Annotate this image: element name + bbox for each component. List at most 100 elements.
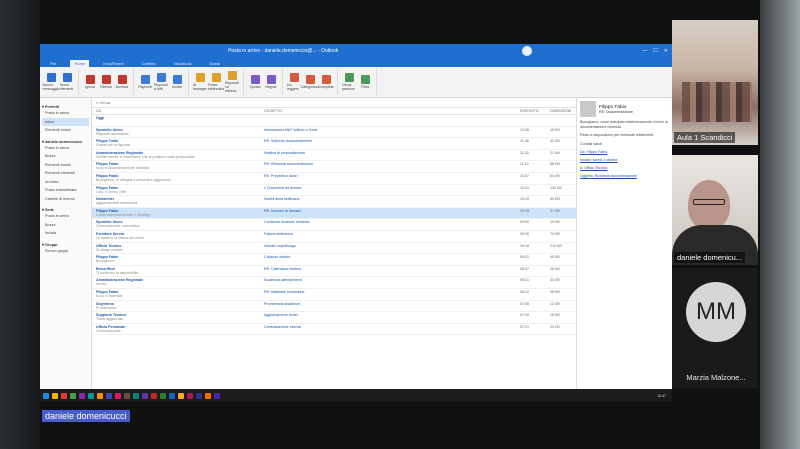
participant-tile-marzia[interactable]: MM Marzia Malzone... (672, 268, 758, 388)
taskbar-app-icon[interactable] (115, 392, 121, 399)
tab-send-receive[interactable]: Invia/Ricevi (99, 60, 127, 67)
reading-link[interactable]: Oggetto: Richiesta documentazione (580, 174, 637, 178)
folder-item[interactable]: Inbox (42, 117, 89, 126)
column-size[interactable]: DIMENSIONI (550, 109, 572, 113)
taskbar-app-icon[interactable] (196, 392, 202, 399)
minimize-icon[interactable]: — (642, 48, 647, 54)
taskbar-app-icon[interactable] (88, 392, 94, 399)
folder-item[interactable]: Archivio (42, 178, 89, 187)
search-input[interactable]: ⌕ Cerca (92, 98, 576, 108)
taskbar-app-icon[interactable] (70, 392, 76, 399)
table-row[interactable]: Oggi (92, 115, 576, 127)
table-row[interactable]: Amministrazione Regionale Gentile utente,… (92, 150, 576, 162)
ribbon-button[interactable]: Da leggere (287, 73, 301, 91)
tab-file[interactable]: File (46, 60, 60, 67)
participant-tile-aula[interactable]: Aula 1 Scandicci (672, 20, 758, 145)
folder-item[interactable]: Inviata (42, 229, 89, 238)
ribbon-button[interactable]: Filtra (358, 75, 372, 89)
table-row[interactable]: Fornitore Servizi Le inviamo la fattura d… (92, 231, 576, 243)
outlook-titlebar: Posta in arrivo - daniele.domeniccio@...… (40, 44, 672, 58)
ribbon-button[interactable]: Posta elettronica (208, 73, 224, 91)
ribbon-button[interactable]: Categorizza (301, 75, 319, 89)
profile-icon[interactable] (522, 46, 533, 56)
taskbar-app-icon[interactable] (142, 392, 148, 399)
ribbon-button[interactable]: Inoltra (170, 75, 184, 89)
folder-item[interactable]: Posta in arrivo (42, 144, 89, 153)
taskbar-app-icon[interactable] (124, 392, 130, 399)
sender-label: Filippo Fabio (96, 185, 119, 190)
folder-item[interactable]: Posta indesiderata (42, 186, 89, 195)
column-from[interactable]: DA (96, 109, 264, 113)
reading-link[interactable]: A: Ufficio Tecnico (580, 166, 607, 170)
folder-item[interactable]: Elementi inviati (42, 126, 89, 135)
table-row[interactable]: Segreteria Promemoria Promemoria scadenze 0… (92, 301, 576, 313)
folder-item[interactable]: Cartelle di ricerca (42, 195, 89, 204)
ribbon-button[interactable]: Sposta (248, 75, 262, 89)
folder-item[interactable]: Bozze (42, 152, 89, 161)
ribbon-button[interactable]: Rispondi a tutti (154, 73, 168, 91)
table-row[interactable]: Filippo Fabio Come d'accordo ti invio il … (92, 207, 576, 220)
tab-help[interactable]: Guida (205, 60, 224, 67)
taskbar-app-icon[interactable] (169, 392, 175, 399)
folder-group[interactable]: ▾ daniele.domenicucci (42, 139, 89, 144)
participant-tile-daniele[interactable]: daniele domenicu... (672, 155, 758, 265)
tab-home[interactable]: Home (70, 60, 90, 67)
folder-item[interactable]: Posta in arrivo (42, 212, 89, 221)
table-row[interactable]: Filippo Fabio Buongiorno, in allegato il … (92, 173, 576, 185)
taskbar-app-icon[interactable] (160, 392, 166, 399)
tab-view[interactable]: Visualizza (169, 60, 195, 67)
table-row[interactable]: Ufficio Personale Comunicazione Comunicazi… (92, 324, 576, 336)
ribbon-button-icon (140, 75, 150, 84)
ribbon-button[interactable]: Rispondi (138, 75, 152, 89)
ribbon-button[interactable]: Regole (264, 75, 278, 89)
reading-link[interactable]: Inviato: lunedì 4 ottobre (580, 158, 618, 162)
table-row[interactable]: Elena Ricci Ti confermo la disponibilità R… (92, 266, 576, 278)
ribbon-button[interactable]: Nuovi elementi (60, 73, 74, 91)
taskbar-app-icon[interactable] (178, 392, 184, 399)
ribbon-button-label: Archivia (115, 85, 129, 89)
table-row[interactable]: Sportello Unico Risposta automatica Inform… (92, 127, 576, 139)
close-icon[interactable]: ✕ (664, 48, 668, 54)
table-row[interactable]: Amministrazione Regionale Avviso Scadenza … (92, 277, 576, 289)
ribbon-button[interactable]: Ignora (83, 75, 97, 89)
taskbar-app-icon[interactable] (61, 392, 67, 399)
column-received[interactable]: RICEVUTO (520, 109, 550, 113)
table-row[interactable]: Newsletter Aggiornamenti settimanali Novit… (92, 196, 576, 208)
ribbon-button[interactable]: Rispondi ed elimina (225, 71, 239, 93)
taskbar-app-icon[interactable] (151, 392, 157, 399)
ribbon-button[interactable]: Completa (319, 75, 334, 89)
taskbar-app-icon[interactable] (79, 392, 85, 399)
table-row[interactable]: Filippo Fabio Invio la documentazione ric… (92, 161, 576, 173)
message-date: 11:12 (520, 162, 529, 167)
taskbar-app-icon[interactable] (52, 392, 58, 399)
ribbon-button[interactable]: Al manager (193, 73, 207, 91)
reading-link[interactable]: Da: Filippo Fabio (580, 150, 607, 154)
taskbar-app-icon[interactable] (205, 392, 211, 399)
ribbon-button[interactable]: Cerca persone (342, 73, 356, 91)
folder-item[interactable]: Elenco gruppi (42, 247, 89, 256)
table-row[interactable]: Filippo Fabio Buongiorno Collaudo ottobre 0… (92, 254, 576, 266)
taskbar-app-icon[interactable] (133, 392, 139, 399)
ribbon-button[interactable]: Archivia (115, 75, 129, 89)
folder-item[interactable]: Elementi inviati (42, 161, 89, 170)
table-row[interactable]: Filippo Fabio Ciao, ti inoltro il file I: … (92, 185, 576, 197)
message-subject: Fattura elettronica (264, 231, 293, 236)
taskbar-app-icon[interactable] (187, 392, 193, 399)
tab-folder[interactable]: Cartella (138, 60, 160, 67)
taskbar-app-icon[interactable] (43, 392, 49, 399)
table-row[interactable]: Supporto Tecnico Ticket aggiornato Aggiorn… (92, 312, 576, 324)
taskbar-app-icon[interactable] (214, 392, 220, 399)
folder-item[interactable]: Elementi eliminati (42, 169, 89, 178)
table-row[interactable]: Sportello Unico Comunicazione automatica C… (92, 219, 576, 231)
taskbar-app-icon[interactable] (106, 392, 112, 399)
folder-item[interactable]: Posta in arrivo (42, 109, 89, 118)
ribbon-button[interactable]: Nuovo messaggio (43, 73, 59, 91)
maximize-icon[interactable]: ☐ (653, 48, 657, 54)
table-row[interactable]: Ufficio Tecnico Si allega verbale Verbale … (92, 243, 576, 255)
table-row[interactable]: Filippo Tullio Grazie per la risposta RE: … (92, 138, 576, 150)
column-subject[interactable]: OGGETTO (264, 109, 520, 113)
folder-item[interactable]: Bozze (42, 221, 89, 230)
taskbar-app-icon[interactable] (97, 392, 103, 399)
ribbon-button[interactable]: Elimina (99, 75, 113, 89)
table-row[interactable]: Filippo Fabio Ecco il materiale RE: Materi… (92, 289, 576, 301)
